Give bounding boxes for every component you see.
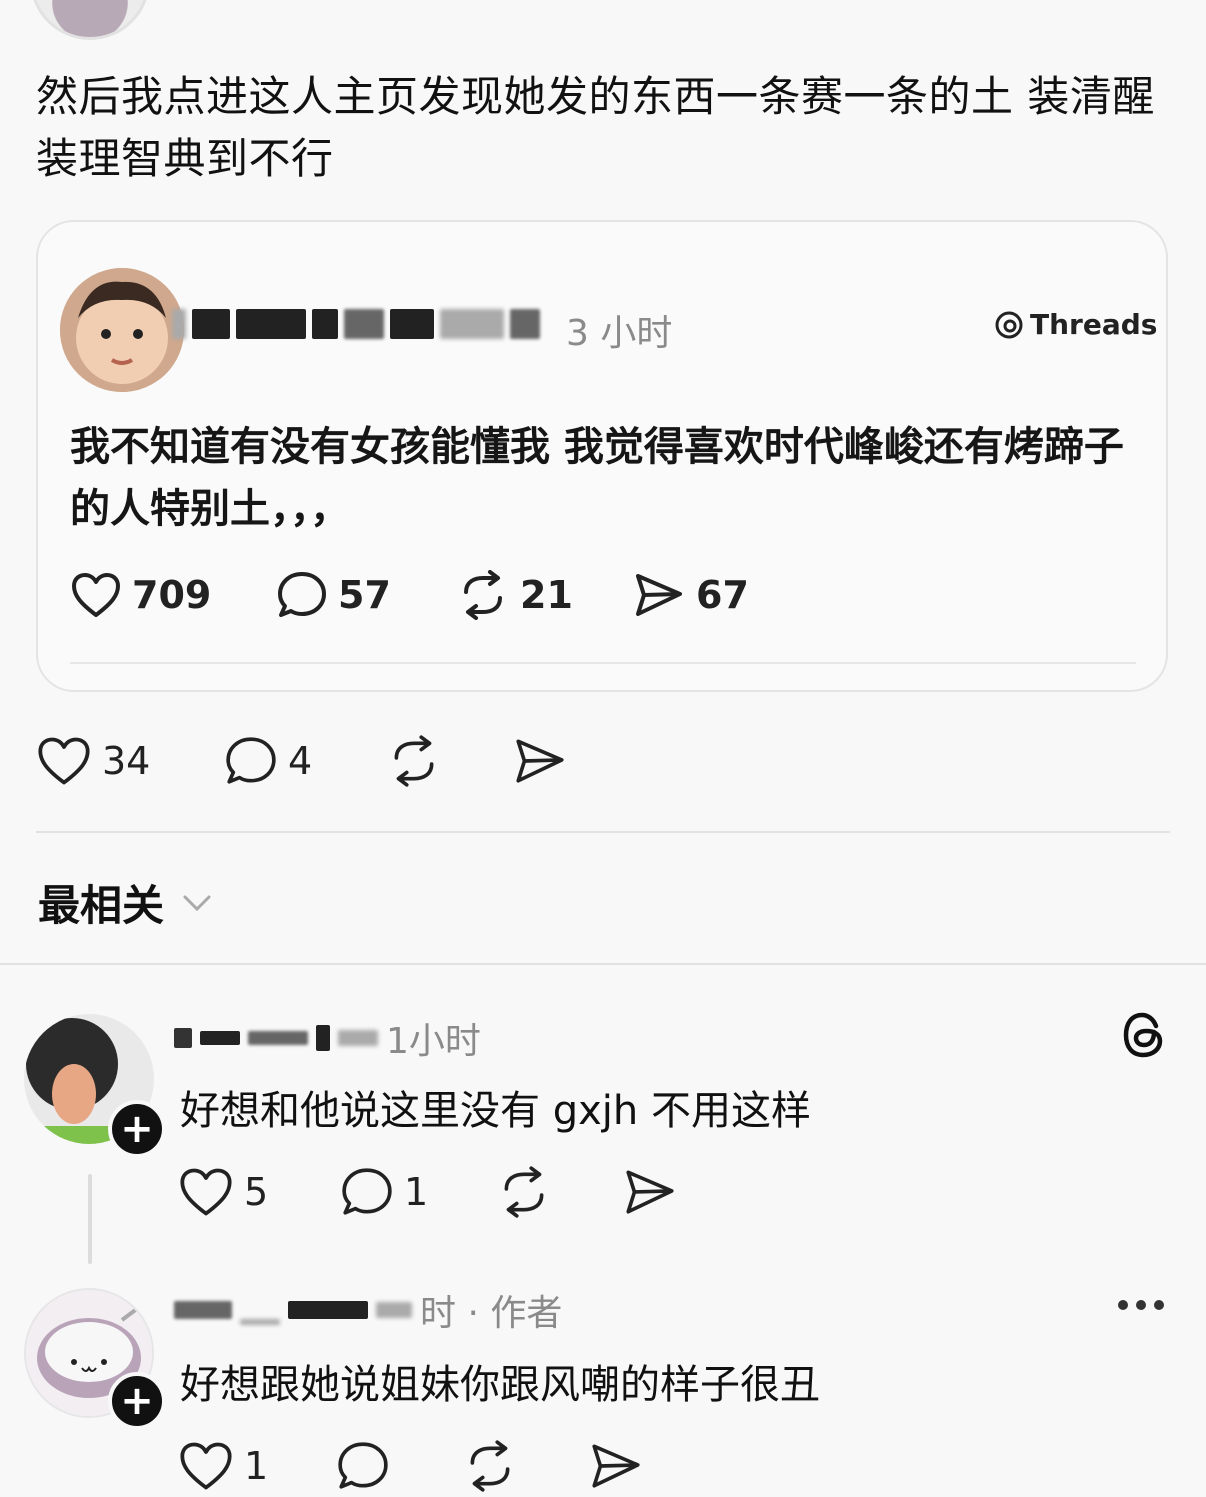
post-share-button[interactable] [512,735,568,787]
author-reply-text: 好想跟她说姐妹你跟风嘲的样子很丑 [180,1362,820,1408]
quoted-repost-count: 21 [520,573,573,617]
quoted-like-button[interactable]: 709 [70,571,276,619]
post-divider [36,831,1170,833]
quoted-share-button[interactable]: 67 [632,570,749,620]
send-icon [626,1170,674,1214]
comment-share-button[interactable] [622,1166,678,1218]
send-icon [516,739,564,783]
heart-icon [38,737,90,785]
heart-icon [180,1168,232,1216]
sort-label: 最相关 [38,881,165,930]
repost-icon [504,1166,544,1218]
post-reply-button[interactable]: 4 [224,735,386,787]
comment-like-count: 5 [244,1170,269,1214]
quoted-like-count: 709 [132,573,212,617]
quoted-author-name-redacted [172,305,552,343]
post-like-button[interactable]: 34 [36,735,224,787]
quoted-author-avatar[interactable] [60,268,184,392]
follow-plus-icon[interactable]: + [108,1372,166,1430]
post-action-row: 34 4 [36,735,568,787]
sort-selector[interactable]: 最相关 [38,872,212,933]
send-icon [592,1444,640,1488]
comment-bubble-icon [338,1442,388,1489]
author-reply-repost-button[interactable] [462,1440,588,1492]
more-icon[interactable] [1118,1300,1164,1310]
author-reply-action-row: 1 [178,1440,644,1492]
quoted-share-count: 67 [696,573,749,617]
post-like-count: 34 [102,739,151,783]
comment-action-row: 5 1 [178,1166,678,1218]
original-poster-avatar[interactable] [30,0,150,40]
comment-reply-button[interactable]: 1 [340,1166,496,1218]
section-divider [0,963,1206,965]
comment-text: 好想和他说这里没有 gxjh 不用这样 [180,1088,811,1134]
send-icon [636,574,682,616]
comment-bubble-icon [278,572,326,617]
comment-bubble-icon [226,737,276,784]
quoted-card-divider [70,662,1136,664]
quoted-repost-button[interactable]: 21 [456,570,632,620]
author-reply-time: 时 · 作者 [420,1293,563,1334]
threads-logo-icon[interactable] [1120,1010,1166,1060]
threads-logo-icon [995,311,1023,338]
comment-bubble-icon [342,1168,392,1215]
threads-source-badge[interactable]: Threads [994,308,1157,341]
quoted-post-text: 我不知道有没有女孩能懂我 我觉得喜欢时代峰峻还有烤蹄子的人特别土，，， [70,424,1124,532]
quoted-post-stats: 709 57 21 67 [70,570,749,620]
reply-thread-line [88,1174,92,1264]
follow-plus-icon[interactable]: + [108,1100,166,1158]
threads-source-label: Threads [1030,308,1158,341]
post-repost-button[interactable] [386,735,512,787]
comment-like-button[interactable]: 5 [178,1166,340,1218]
repost-icon [470,1440,510,1492]
author-reply-reply-button[interactable] [336,1440,462,1492]
author-reply-meta: 时 · 作者 [174,1284,562,1336]
author-reply-like-button[interactable]: 1 [178,1440,336,1492]
heart-icon [180,1442,232,1490]
quoted-reply-count: 57 [338,573,391,617]
author-reply-share-button[interactable] [588,1440,644,1492]
chevron-down-icon [183,895,211,911]
comment-meta: 1小时 [174,1012,481,1064]
quoted-post-time: 3 小时 [566,313,673,354]
heart-icon [72,573,120,617]
post-body-text: 然后我点进这人主页发现她发的东西一条赛一条的土 装清醒装理智典到不行 [36,72,1155,183]
repost-icon [394,735,434,787]
comment-repost-button[interactable] [496,1166,622,1218]
repost-icon [464,570,502,620]
quoted-reply-button[interactable]: 57 [276,570,456,620]
post-reply-count: 4 [288,739,313,783]
comment-reply-count: 1 [404,1170,429,1214]
author-reply-like-count: 1 [244,1444,269,1488]
comment-time: 1小时 [386,1021,481,1062]
